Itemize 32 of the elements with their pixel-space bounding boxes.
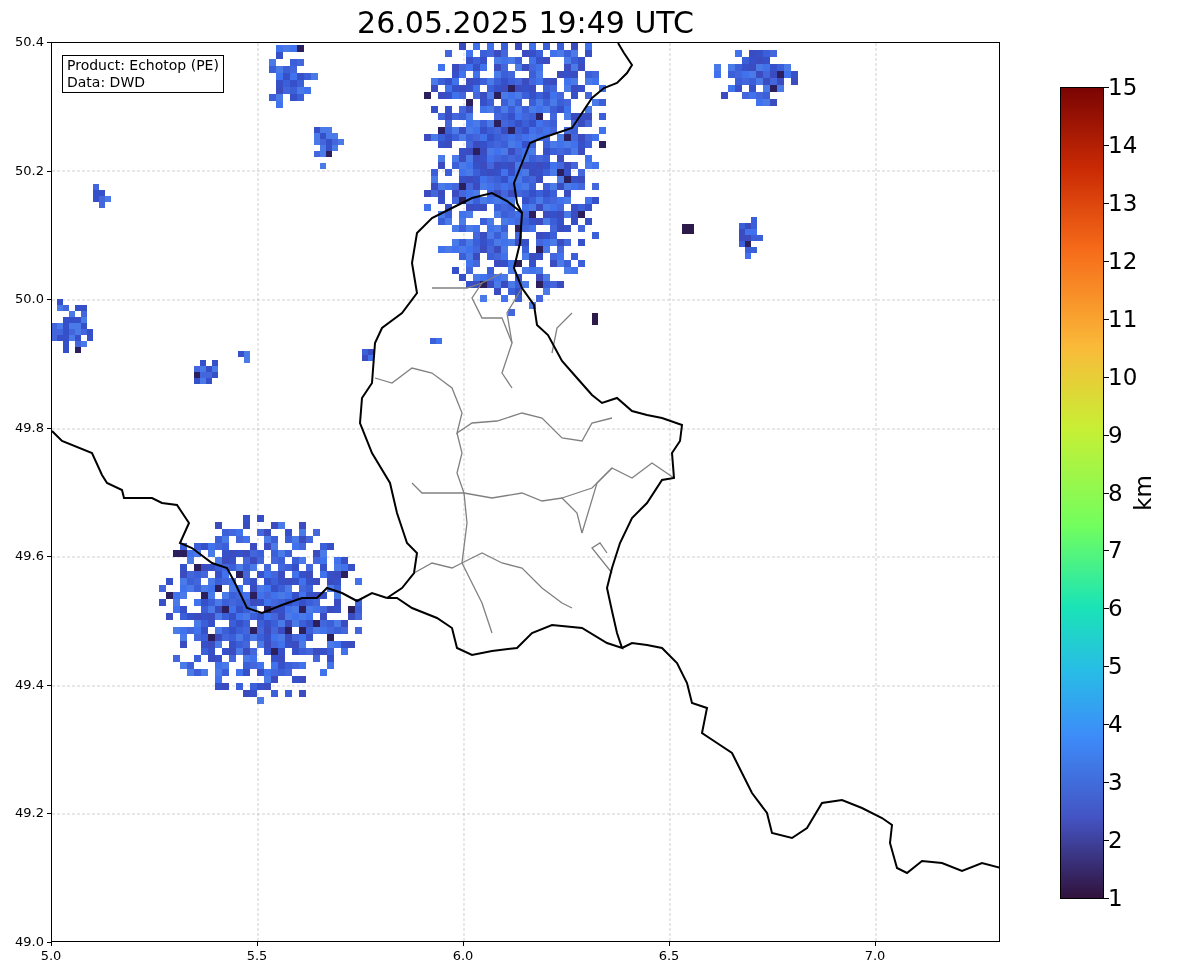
colorbar-tick-label: 13 [1108,189,1138,216]
colorbar-tick-label: 10 [1108,363,1138,390]
x-tick-label: 5.0 [40,948,62,964]
colorbar-tick-label: 9 [1108,421,1123,448]
y-tick-label: 49.4 [14,676,44,693]
colorbar-tick-label: 8 [1108,479,1123,506]
x-tick-label: 6.5 [658,948,680,964]
y-tick-label: 49.0 [14,934,44,950]
y-tick-label: 49.6 [14,548,44,565]
y-tick-label: 49.2 [14,805,44,822]
colorbar-tick-label: 4 [1108,711,1123,738]
y-tick-label: 49.8 [14,419,44,436]
colorbar-tick-label: 12 [1108,247,1138,274]
colorbar-tick-label: 2 [1108,827,1123,854]
colorbar-tick-label: 15 [1108,74,1138,100]
y-tick-label: 50.4 [14,34,44,50]
info-text: Data: DWD [67,74,146,91]
chart-title: 26.05.2025 19:49 UTC [356,4,695,42]
x-tick-label: 7.0 [864,948,886,964]
colorbar-tick-label: 1 [1108,885,1123,911]
colorbar-tick-label: 11 [1108,305,1138,332]
colorbar-tick-label: 3 [1108,769,1123,796]
colorbar-tick-label: 5 [1108,653,1123,680]
colorbar-tick-label: 6 [1108,595,1123,622]
colorbar-tick-label: 7 [1108,537,1123,564]
colorbar-tick-label: 14 [1108,131,1138,158]
x-tick-label: 5.5 [246,948,268,964]
info-text: Product: Echotop (PE) [67,57,219,74]
x-tick-label: 6.0 [452,948,474,964]
y-tick-label: 50.2 [14,162,44,179]
colorbar-label: km [1130,475,1156,511]
y-tick-label: 50.0 [14,291,44,308]
